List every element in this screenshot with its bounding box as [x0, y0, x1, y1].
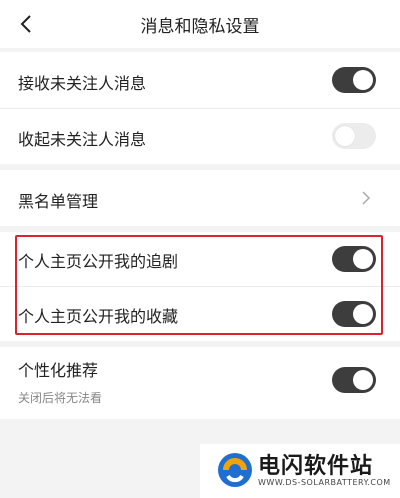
watermark: 电闪软件站 WWW.DS-SOLARBATTERY.COM: [200, 444, 400, 498]
page-title: 消息和隐私设置: [140, 16, 260, 37]
site-logo-icon: [218, 453, 252, 487]
setting-row-collapse-messages: 收起未关注人消息: [0, 109, 400, 164]
toggle-knob: [353, 370, 373, 390]
receive-messages-toggle[interactable]: [332, 67, 376, 93]
setting-row-personalized-recommendations: 个性化推荐 关闭后将无法看: [0, 347, 400, 419]
setting-label: 收起未关注人消息: [18, 130, 147, 149]
watermark-name: 电闪软件站: [258, 454, 374, 479]
setting-row-blacklist[interactable]: 黑名单管理: [0, 170, 400, 226]
setting-label: 黑名单管理: [18, 192, 99, 211]
toggle-knob: [335, 126, 355, 146]
highlight-box: [15, 235, 383, 335]
setting-row-receive-messages: 接收未关注人消息: [0, 52, 400, 108]
nav-bar: 消息和隐私设置: [0, 0, 400, 48]
setting-label: 接收未关注人消息: [18, 74, 147, 93]
collapse-messages-toggle[interactable]: [332, 123, 376, 149]
chevron-right-icon: [362, 191, 371, 205]
personalized-recommendations-toggle[interactable]: [332, 367, 376, 393]
watermark-url: WWW.DS-SOLARBATTERY.COM: [258, 478, 391, 487]
setting-label: 个性化推荐: [18, 361, 99, 380]
setting-sublabel: 关闭后将无法看: [18, 391, 103, 405]
toggle-knob: [353, 70, 373, 90]
